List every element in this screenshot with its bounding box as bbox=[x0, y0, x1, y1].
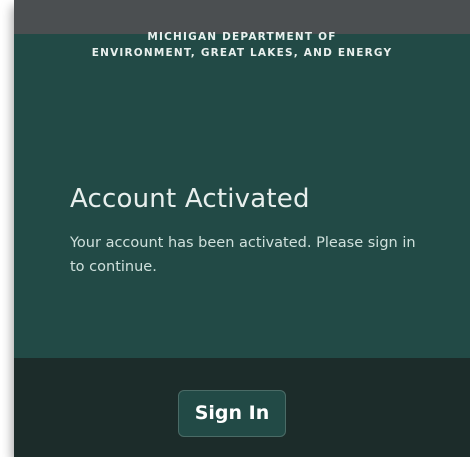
agency-name: MICHIGAN DEPARTMENT OF ENVIRONMENT, GREA… bbox=[14, 30, 470, 61]
agency-name-line1: MICHIGAN DEPARTMENT OF bbox=[147, 31, 337, 43]
page-title: Account Activated bbox=[70, 184, 310, 214]
sign-in-button[interactable]: Sign In bbox=[178, 390, 286, 437]
activation-message: Your account has been activated. Please … bbox=[70, 235, 416, 275]
main-content: Account Activated Your account has been … bbox=[70, 183, 430, 279]
agency-name-line2: ENVIRONMENT, GREAT LAKES, AND ENERGY bbox=[91, 47, 393, 59]
activation-panel: MICHIGAN DEPARTMENT OF ENVIRONMENT, GREA… bbox=[14, 0, 470, 457]
top-bar bbox=[14, 0, 470, 34]
